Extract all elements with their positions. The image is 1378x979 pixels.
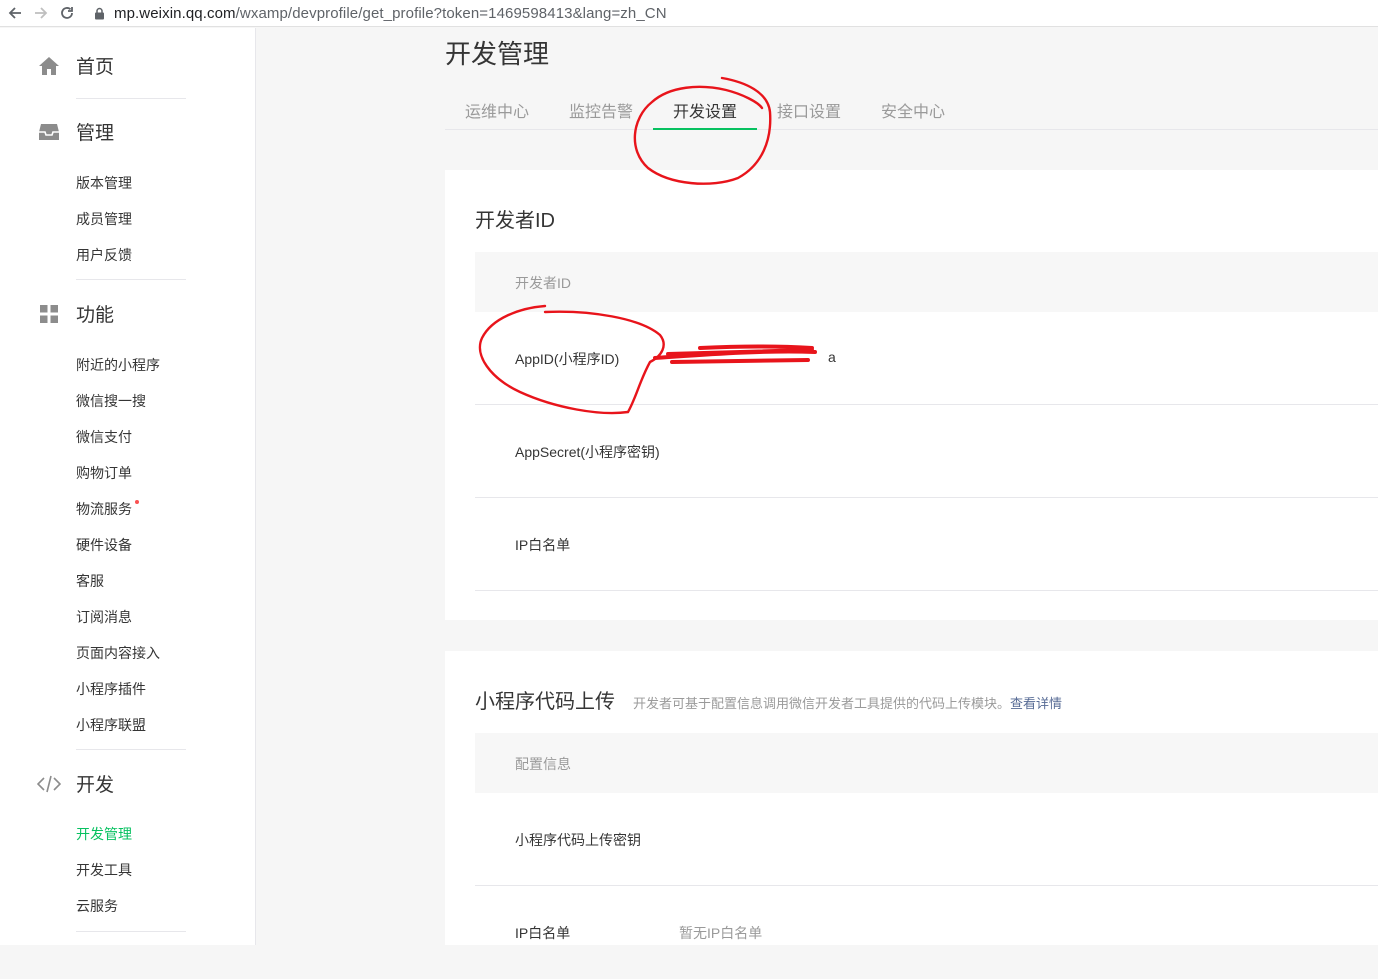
sidebar-item-members[interactable]: 成员管理 [76,209,132,229]
code-upload-card: 小程序代码上传 开发者可基于配置信息调用微信开发者工具提供的代码上传模块。查看详情… [445,651,1378,945]
card-subtitle-text: 开发者可基于配置信息调用微信开发者工具提供的代码上传模块。 [633,696,1011,711]
sidebar-item-search[interactable]: 微信搜一搜 [76,391,146,411]
browser-toolbar: mp.weixin.qq.com/wxamp/devprofile/get_pr… [0,0,1378,27]
card-title: 小程序代码上传 [475,691,615,713]
sidebar-section-label: 管理 [76,123,115,144]
sidebar-section-features[interactable]: 功能 [36,300,114,327]
view-details-link[interactable]: 查看详情 [1010,696,1062,711]
sidebar-item-hardware[interactable]: 硬件设备 [76,535,132,555]
reload-icon[interactable] [56,2,78,24]
sidebar-item-union[interactable]: 小程序联盟 [76,715,146,735]
sidebar-item-feedback[interactable]: 用户反馈 [76,245,132,265]
sidebar-section-manage[interactable]: 管理 [36,118,114,145]
sidebar-section-home[interactable]: 首页 [36,52,114,79]
inbox-icon [36,121,62,143]
ip-whitelist-label: IP白名单 [515,925,571,941]
tab-dev-settings[interactable]: 开发设置 [673,98,737,122]
ip-whitelist-value: 暂无IP白名单 [679,925,763,941]
sidebar-item-devmanage[interactable]: 开发管理 [76,824,132,844]
developer-id-card: 开发者ID 开发者ID AppID(小程序ID) a AppSecret(小程序… [445,170,1378,620]
appid-label: AppID(小程序ID) [515,351,620,367]
lock-icon [92,6,106,20]
grid-icon [36,303,62,325]
sidebar-item-service[interactable]: 客服 [76,571,104,591]
sidebar-section-label: 开发 [76,775,115,796]
code-icon [36,773,62,795]
sidebar-item-version[interactable]: 版本管理 [76,173,132,193]
url-text: mp.weixin.qq.com/wxamp/devprofile/get_pr… [114,5,667,22]
sidebar-item-plugin[interactable]: 小程序插件 [76,679,146,699]
table-header: 开发者ID [475,252,1378,312]
tab-ops[interactable]: 运维中心 [465,98,529,122]
divider [76,749,186,750]
card-title-row: 小程序代码上传 开发者可基于配置信息调用微信开发者工具提供的代码上传模块。查看详情 [475,685,1062,714]
sidebar-section-label: 功能 [76,305,115,326]
card-subtitle: 开发者可基于配置信息调用微信开发者工具提供的代码上传模块。查看详情 [633,696,1062,711]
divider [76,279,186,280]
tab-bar: 运维中心 监控告警 开发设置 接口设置 安全中心 [445,86,1378,130]
url-path: /wxamp/devprofile/get_profile?token=1469… [235,4,667,22]
table-header-label: 配置信息 [515,756,571,772]
alert-dot [135,500,139,504]
url-host: mp.weixin.qq.com [114,4,236,22]
address-bar[interactable]: mp.weixin.qq.com/wxamp/devprofile/get_pr… [92,5,667,22]
sidebar-item-cloud[interactable]: 云服务 [76,896,118,916]
appsecret-label: AppSecret(小程序密钥) [515,444,660,460]
ip-whitelist-label: IP白名单 [515,537,571,553]
home-icon [36,55,62,77]
page-title: 开发管理 [445,39,550,69]
sidebar-section-label: 首页 [76,57,115,78]
active-tab-indicator [653,128,757,130]
divider [76,98,186,99]
card-title: 开发者ID [475,210,555,232]
sidebar-item-orders[interactable]: 购物订单 [76,463,132,483]
table-row: AppSecret(小程序密钥) [475,405,1378,498]
appid-value: a [828,349,836,365]
back-arrow-icon[interactable] [4,2,26,24]
forward-arrow-icon[interactable] [30,2,52,24]
tab-security[interactable]: 安全中心 [881,98,945,122]
table-row: 小程序代码上传密钥 [475,793,1378,886]
sidebar-section-dev[interactable]: 开发 [36,770,114,797]
tab-api[interactable]: 接口设置 [777,98,841,122]
divider [76,931,186,932]
sidebar-item-pay[interactable]: 微信支付 [76,427,132,447]
sidebar-item-subscribe[interactable]: 订阅消息 [76,607,132,627]
table-header: 配置信息 [475,733,1378,793]
tab-monitor[interactable]: 监控告警 [569,98,633,122]
sidebar-item-nearby[interactable]: 附近的小程序 [76,355,160,375]
upload-key-label: 小程序代码上传密钥 [515,832,641,848]
table-row: IP白名单 [475,498,1378,591]
sidebar: 首页 管理 版本管理 成员管理 用户反馈 功能 附近的小程序 微信搜一搜 微信支… [0,28,256,945]
sidebar-item-content[interactable]: 页面内容接入 [76,643,160,663]
table-header-label: 开发者ID [515,275,571,291]
sidebar-item-label: 物流服务 [76,501,132,517]
table-row: AppID(小程序ID) a [475,312,1378,405]
sidebar-item-logistics[interactable]: 物流服务 [76,499,139,519]
sidebar-item-devtools[interactable]: 开发工具 [76,860,132,880]
table-row: IP白名单 暂无IP白名单 [475,886,1378,979]
